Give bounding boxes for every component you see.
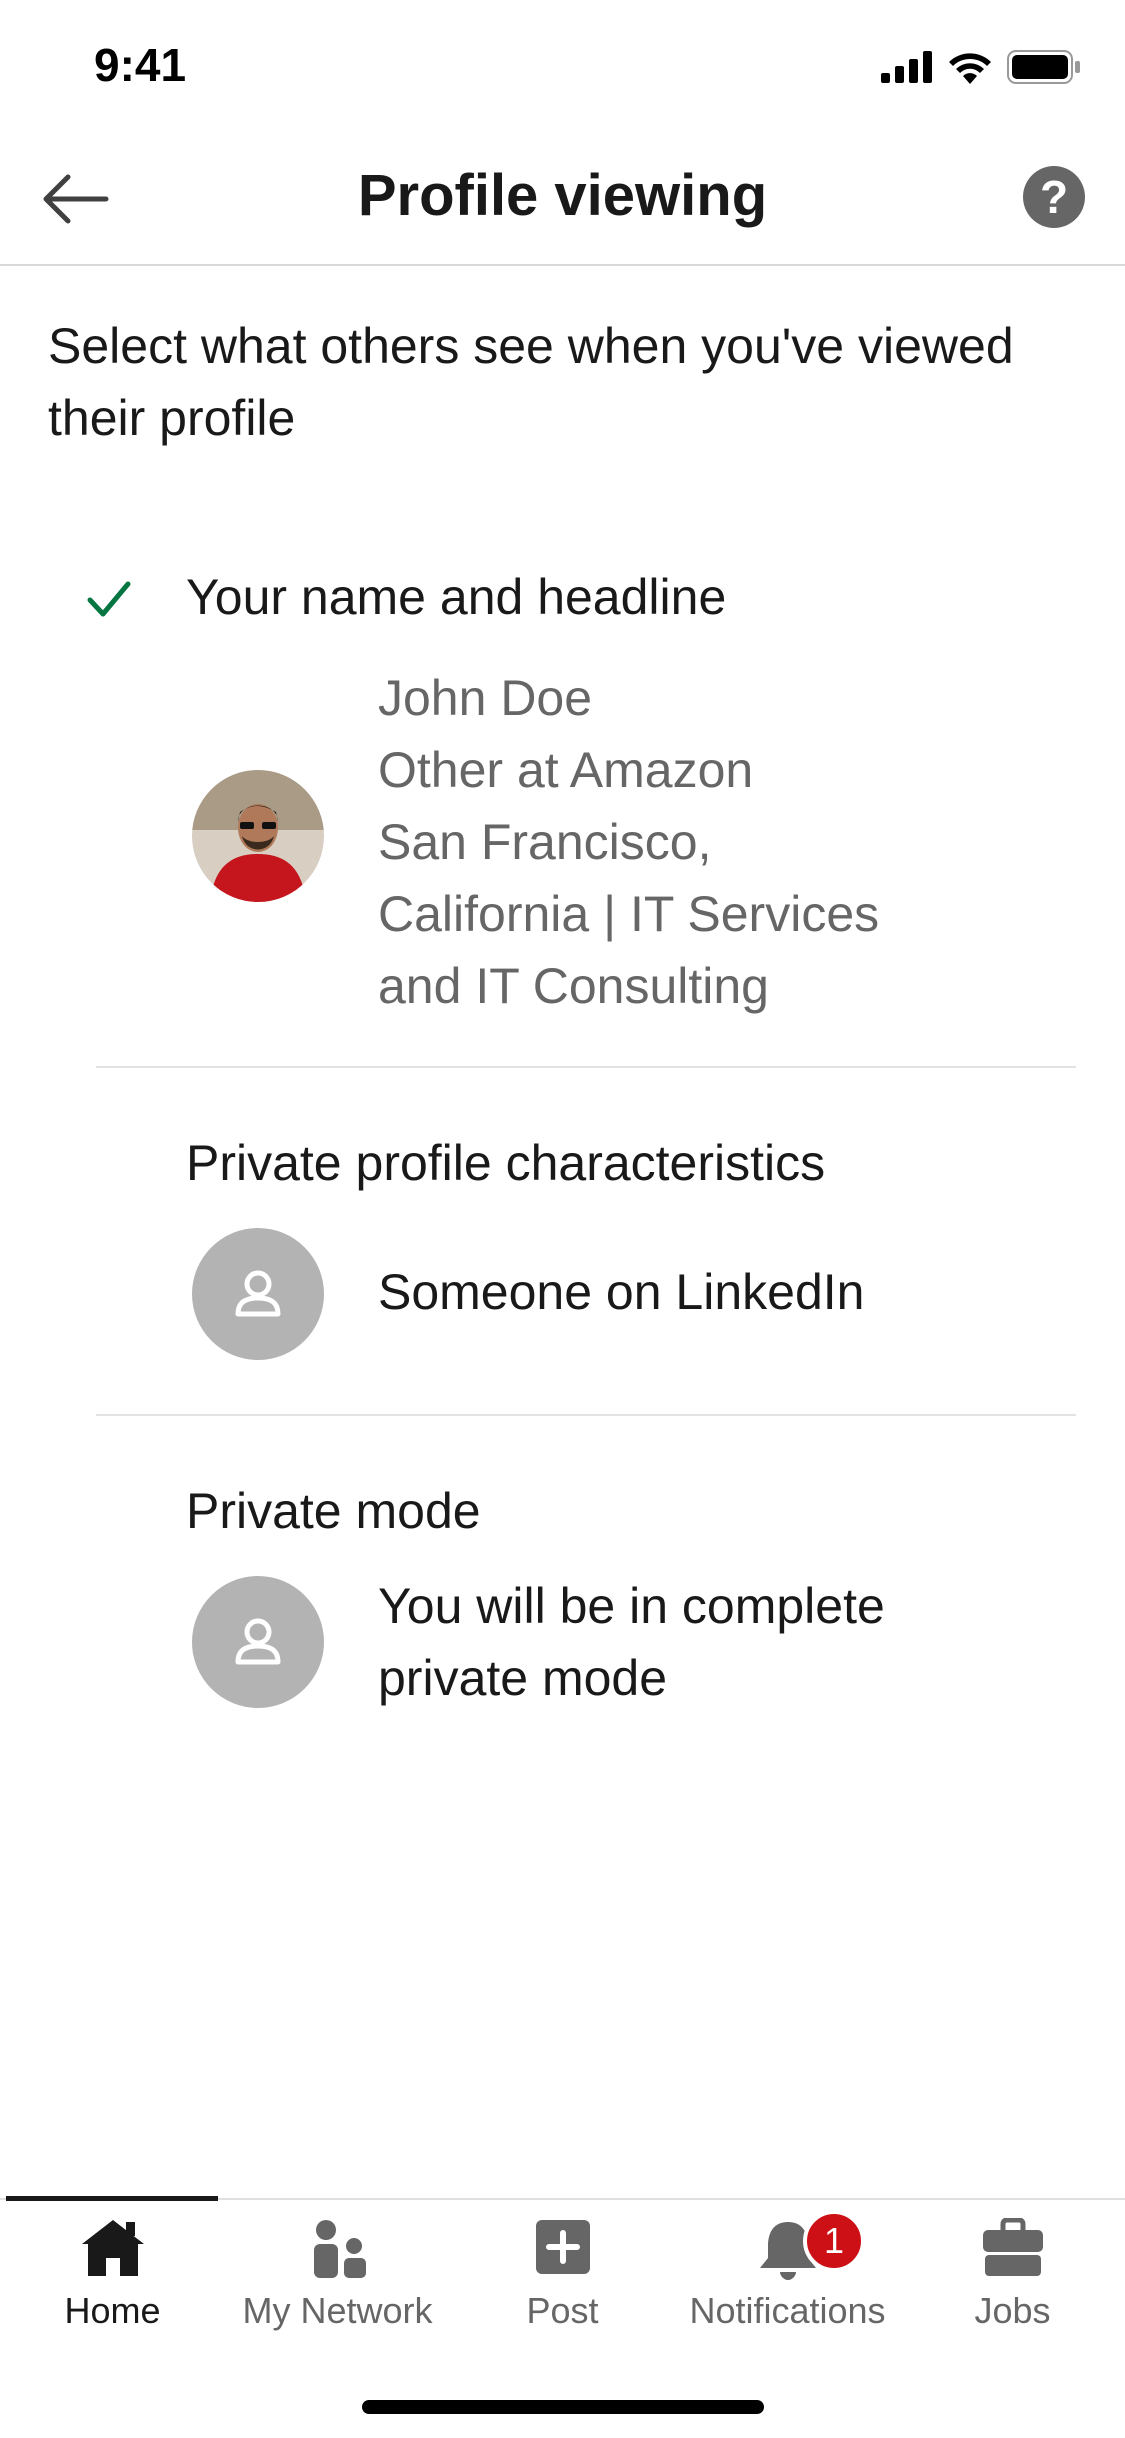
option-private-mode[interactable]: Private mode You will be in complete pri… [0,1458,1125,1758]
battery-icon [1007,50,1080,84]
nav-jobs[interactable]: Jobs [900,2200,1125,2350]
help-button[interactable]: ? [1023,166,1085,228]
nav-post[interactable]: Post [450,2200,675,2350]
detail-line: John Doe [378,670,593,726]
briefcase-icon [982,2218,1043,2276]
anonymous-avatar [192,1576,324,1708]
option-details: You will be in complete private mode [378,1570,885,1714]
status-icons [881,50,1081,84]
detail-line: Other at Amazon [378,742,754,798]
detail-line: California | IT Services [378,886,880,942]
detail-line: You will be in complete [378,1578,885,1634]
option-label: Private profile characteristics [186,1135,826,1191]
status-time: 9:41 [94,39,187,91]
detail-line: and IT Consulting [378,958,769,1014]
checkmark-icon [87,581,131,617]
nav-label: My Network [242,2290,433,2331]
nav-my-network[interactable]: My Network [225,2200,450,2350]
page-title: Profile viewing [357,163,768,228]
divider [96,1414,1076,1416]
network-icon [313,2220,366,2278]
notification-badge: 1 [803,2210,865,2272]
option-name-and-headline[interactable]: Your name and headline John Doe Other at… [0,550,1125,1020]
detail-line: private mode [378,1650,668,1706]
nav-notifications[interactable]: 1 Notifications [675,2200,900,2350]
option-details: John Doe Other at Amazon San Francisco, … [378,662,879,1022]
nav-home[interactable]: Home [0,2196,225,2350]
signal-icon [881,51,932,83]
person-icon [235,1618,281,1665]
option-private-characteristics[interactable]: Private profile characteristics Someone … [0,1110,1125,1370]
detail-line: San Francisco, [378,814,712,870]
home-indicator[interactable] [362,2400,764,2414]
nav-label: Post [526,2290,599,2331]
home-icon [81,2220,144,2276]
question-icon: ? [1039,171,1069,223]
profile-photo [192,770,324,902]
detail-line: Someone on LinkedIn [378,1264,865,1320]
divider [96,1066,1076,1068]
option-label: Private mode [186,1483,481,1539]
header: Profile viewing ? [0,132,1125,266]
nav-label: Home [64,2290,161,2331]
nav-label: Jobs [974,2290,1051,2331]
nav-label: Notifications [689,2290,886,2331]
intro-text: Select what others see when you've viewe… [48,318,1014,446]
active-indicator [6,2196,218,2201]
post-icon [535,2220,590,2274]
option-label: Your name and headline [186,569,727,625]
anonymous-avatar [192,1228,324,1360]
wifi-icon [949,53,991,84]
person-icon [235,1270,281,1317]
